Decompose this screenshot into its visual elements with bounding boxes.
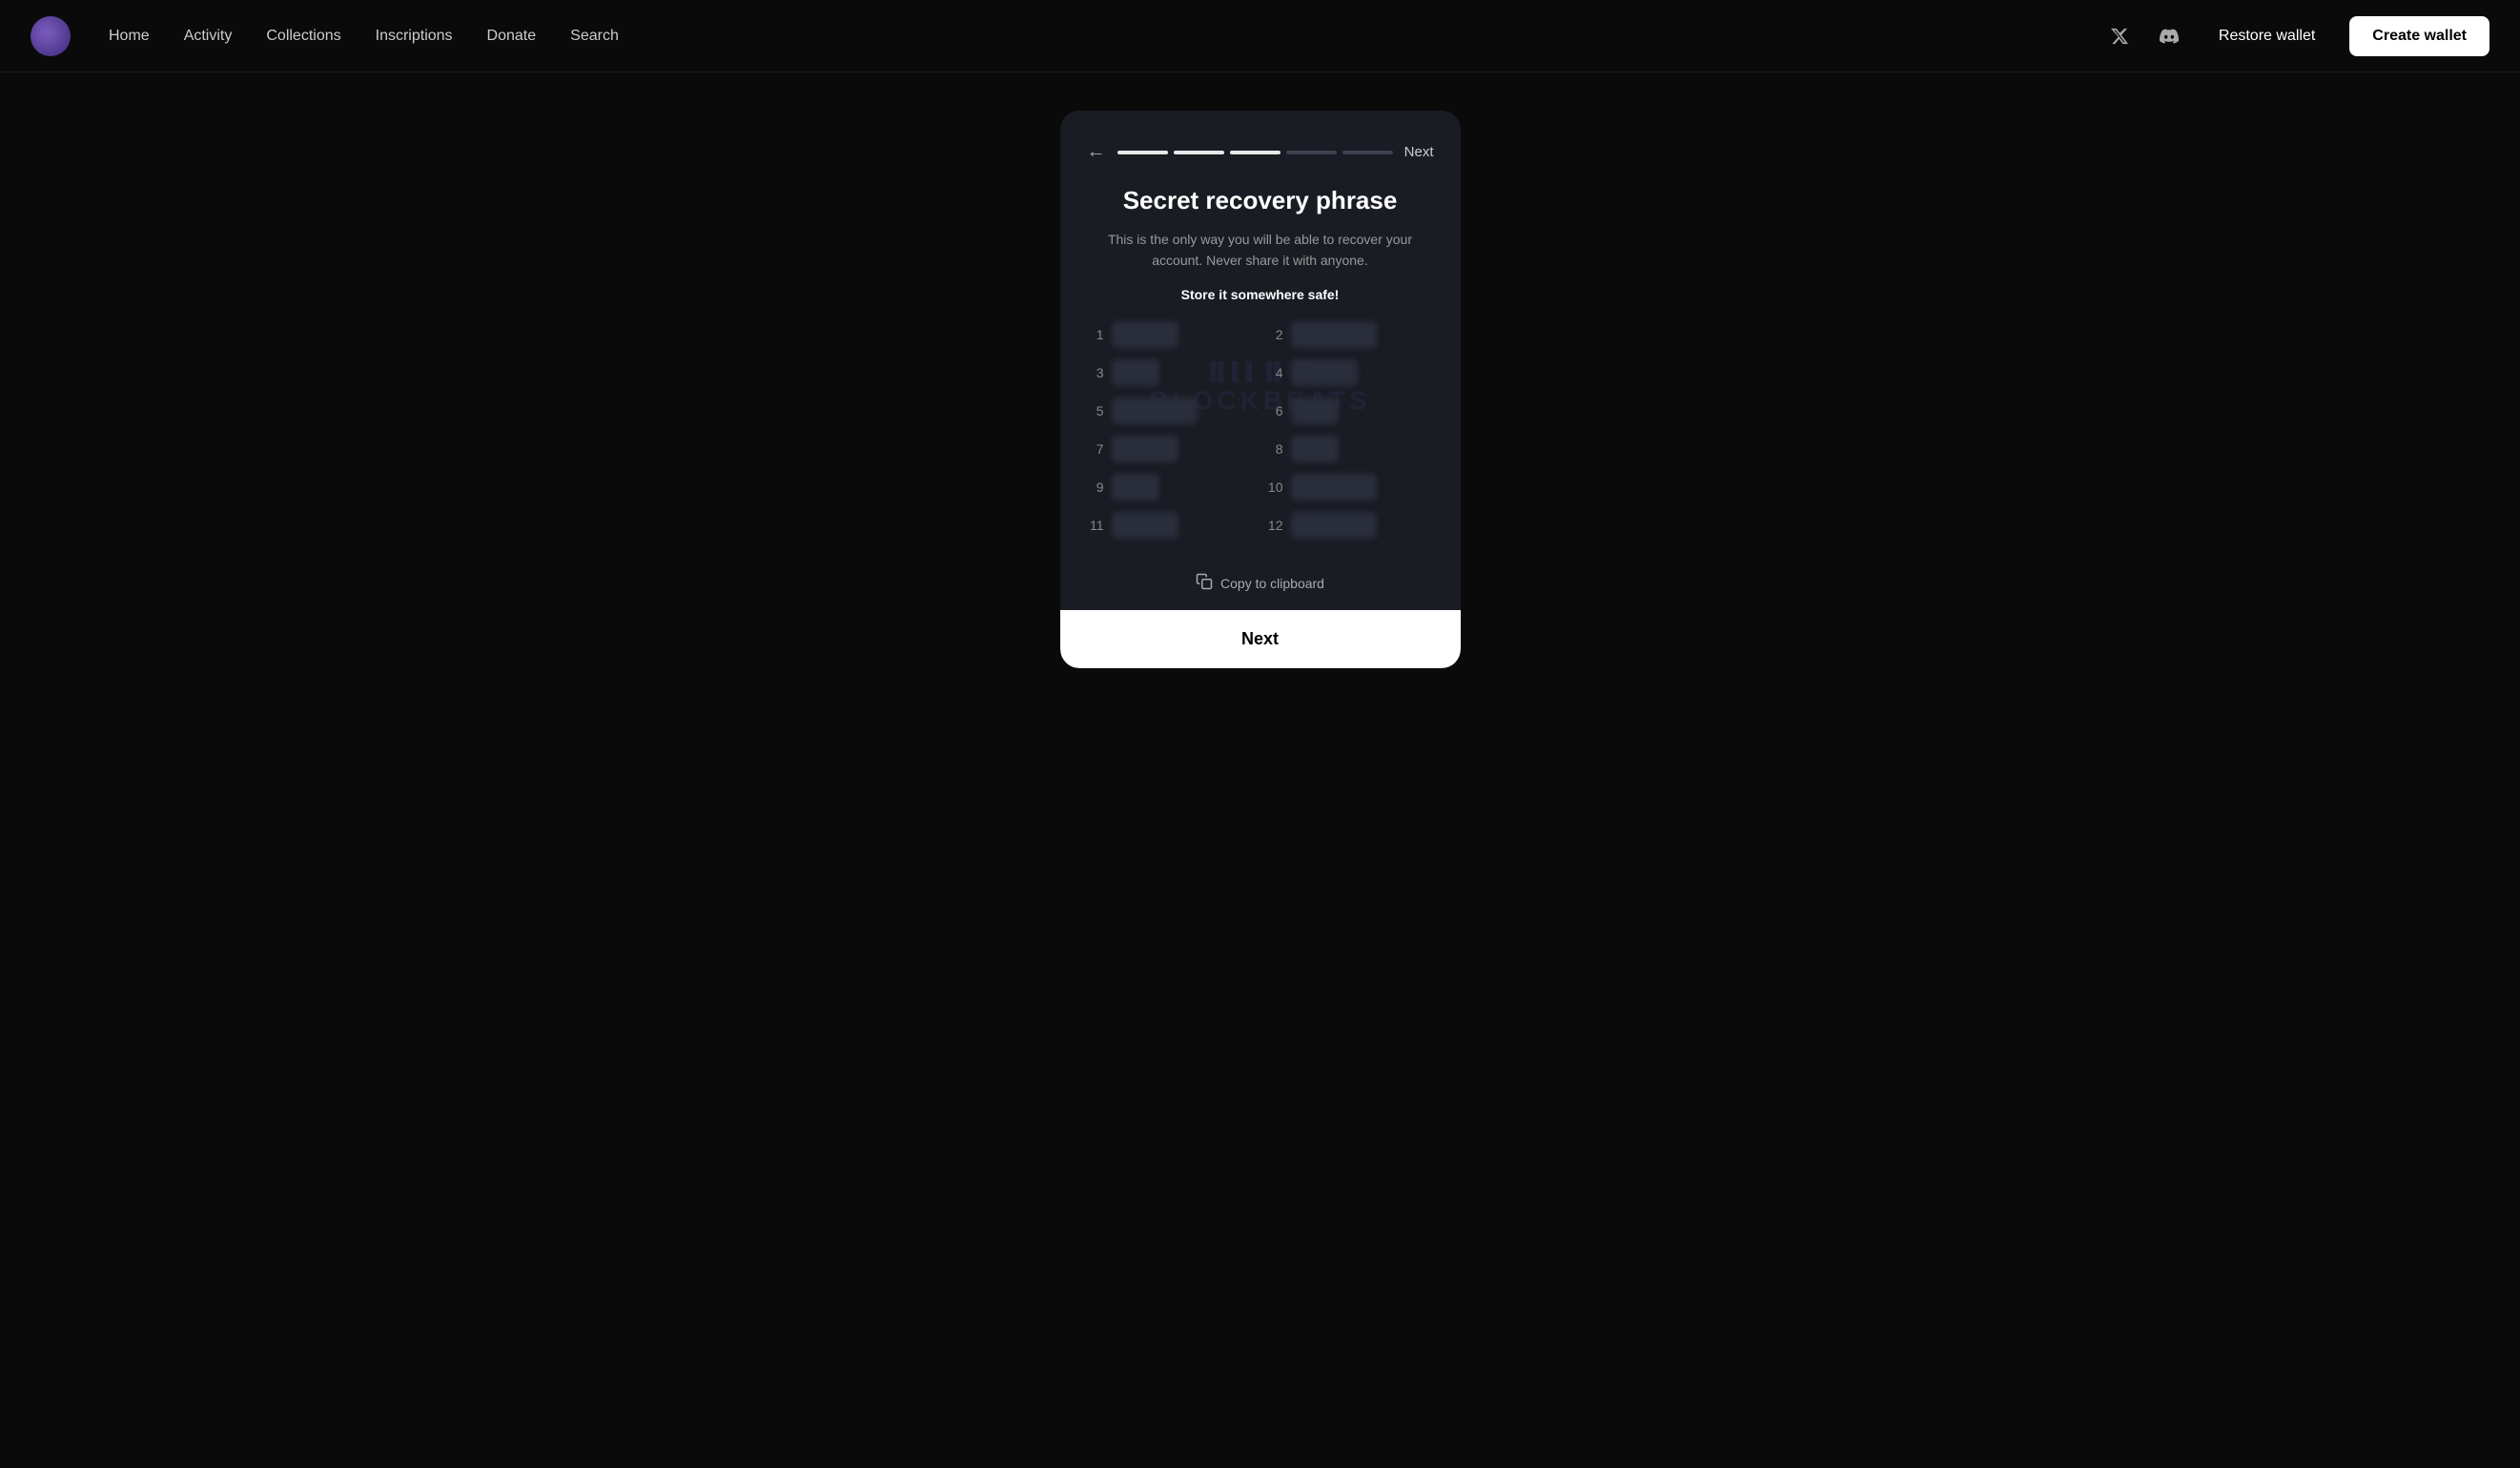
nav-activity[interactable]: Activity <box>184 28 233 45</box>
main-content: ▐▌▌▌▐▌▐▌ BLOCKBEATS ← Next Secret recove… <box>0 72 2520 1468</box>
modal-description: This is the only way you will be able to… <box>1087 229 1434 272</box>
word-row-9: 9 <box>1087 474 1255 500</box>
word-pill-2 <box>1291 321 1377 348</box>
word-num-1: 1 <box>1087 327 1104 342</box>
create-wallet-button[interactable]: Create wallet <box>2349 16 2489 56</box>
discord-icon <box>2160 27 2179 46</box>
word-num-8: 8 <box>1266 441 1283 457</box>
navbar: Home Activity Collections Inscriptions D… <box>0 0 2520 72</box>
progress-bar-2 <box>1174 151 1224 154</box>
next-button[interactable]: Next <box>1060 610 1461 668</box>
word-num-12: 12 <box>1266 518 1283 533</box>
nav-donate[interactable]: Donate <box>487 28 537 45</box>
word-grid: 1 2 3 4 5 6 <box>1087 321 1434 539</box>
progress-bar-5 <box>1342 151 1393 154</box>
word-pill-11 <box>1112 512 1178 539</box>
word-row-2: 2 <box>1266 321 1434 348</box>
word-pill-4 <box>1291 359 1358 386</box>
store-safe-label: Store it somewhere safe! <box>1087 287 1434 302</box>
twitter-button[interactable] <box>2104 21 2135 51</box>
modal-title: Secret recovery phrase <box>1087 186 1434 215</box>
copy-icon <box>1196 573 1213 595</box>
copy-label: Copy to clipboard <box>1220 576 1324 591</box>
word-num-7: 7 <box>1087 441 1104 457</box>
copy-to-clipboard[interactable]: Copy to clipboard <box>1087 558 1434 610</box>
word-row-12: 12 <box>1266 512 1434 539</box>
nav-inscriptions[interactable]: Inscriptions <box>376 28 453 45</box>
next-step-label[interactable]: Next <box>1404 144 1434 160</box>
word-row-11: 11 <box>1087 512 1255 539</box>
nav-search[interactable]: Search <box>570 28 619 45</box>
progress-bar-3 <box>1230 151 1280 154</box>
back-button[interactable]: ← <box>1087 141 1106 163</box>
nav-links: Home Activity Collections Inscriptions D… <box>109 28 2104 45</box>
word-num-3: 3 <box>1087 365 1104 380</box>
word-num-11: 11 <box>1087 518 1104 533</box>
word-row-3: 3 <box>1087 359 1255 386</box>
word-num-6: 6 <box>1266 403 1283 418</box>
progress-bar-4 <box>1286 151 1337 154</box>
word-num-9: 9 <box>1087 479 1104 495</box>
discord-button[interactable] <box>2154 21 2184 51</box>
word-num-10: 10 <box>1266 479 1283 495</box>
word-num-2: 2 <box>1266 327 1283 342</box>
word-row-6: 6 <box>1266 398 1434 424</box>
word-pill-7 <box>1112 436 1178 462</box>
word-pill-9 <box>1112 474 1159 500</box>
word-pill-5 <box>1112 398 1198 424</box>
word-row-1: 1 <box>1087 321 1255 348</box>
twitter-icon <box>2110 27 2129 46</box>
word-row-7: 7 <box>1087 436 1255 462</box>
word-num-5: 5 <box>1087 403 1104 418</box>
word-pill-1 <box>1112 321 1178 348</box>
progress-bar-1 <box>1117 151 1168 154</box>
nav-collections[interactable]: Collections <box>266 28 340 45</box>
word-pill-3 <box>1112 359 1159 386</box>
progress-bars <box>1117 151 1393 154</box>
app-logo[interactable] <box>31 16 71 56</box>
word-pill-10 <box>1291 474 1377 500</box>
word-pill-6 <box>1291 398 1339 424</box>
word-row-4: 4 <box>1266 359 1434 386</box>
word-num-4: 4 <box>1266 365 1283 380</box>
progress-row: ← Next <box>1087 141 1434 163</box>
restore-wallet-button[interactable]: Restore wallet <box>2203 18 2330 54</box>
word-row-10: 10 <box>1266 474 1434 500</box>
word-row-5: 5 <box>1087 398 1255 424</box>
navbar-right: Restore wallet Create wallet <box>2104 16 2489 56</box>
word-row-8: 8 <box>1266 436 1434 462</box>
word-pill-12 <box>1291 512 1377 539</box>
word-pill-8 <box>1291 436 1339 462</box>
nav-home[interactable]: Home <box>109 28 150 45</box>
modal-card: ▐▌▌▌▐▌▐▌ BLOCKBEATS ← Next Secret recove… <box>1060 111 1461 668</box>
